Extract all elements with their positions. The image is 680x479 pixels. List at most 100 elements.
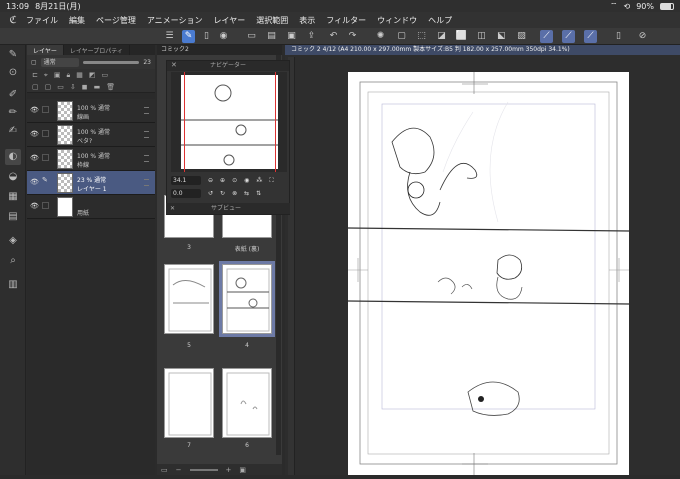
close-icon[interactable]: ✕ bbox=[170, 205, 175, 212]
eye-icon[interactable]: 👁︎ bbox=[30, 202, 39, 210]
layer-row[interactable]: 👁︎ 100 % 通常 枠線 bbox=[27, 147, 155, 171]
selection-launcher-icon[interactable]: ✺ bbox=[374, 30, 387, 43]
lock-transparent-icon[interactable]: ▦ bbox=[76, 71, 83, 79]
page-thumbnail[interactable] bbox=[164, 368, 214, 438]
material-icon[interactable]: ▥ bbox=[5, 277, 21, 293]
layer-menu-icon[interactable]: ▢ bbox=[31, 59, 37, 66]
drag-handle-icon[interactable] bbox=[144, 131, 149, 138]
blend-mode-select[interactable]: 通常 bbox=[40, 57, 79, 67]
app-logo-icon[interactable]: ℭ bbox=[0, 15, 26, 26]
clear-icon[interactable]: ▢ bbox=[395, 30, 408, 43]
invert-icon[interactable]: ◫ bbox=[475, 30, 488, 43]
opacity-slider[interactable] bbox=[82, 60, 140, 64]
tab-layer-property[interactable]: レイヤープロパティ bbox=[64, 45, 130, 55]
zoom-out-icon[interactable]: − bbox=[176, 466, 182, 474]
close-icon[interactable]: ✕ bbox=[171, 61, 177, 69]
zoom-in-icon[interactable]: + bbox=[226, 466, 232, 474]
snap-special-ruler-icon[interactable]: ⟋ bbox=[562, 30, 575, 43]
page-thumbnail[interactable] bbox=[222, 368, 272, 438]
menu-help[interactable]: ヘルプ bbox=[428, 15, 452, 26]
reset-rotation-icon[interactable]: ⊗ bbox=[232, 190, 237, 197]
page-settings-icon[interactable]: ▭ bbox=[161, 466, 168, 474]
layers-icon[interactable]: ◈ bbox=[5, 233, 21, 249]
drag-handle-icon[interactable] bbox=[144, 179, 149, 186]
reference-icon[interactable]: ⌖ bbox=[44, 71, 48, 80]
transfer-icon[interactable]: ▬ bbox=[94, 83, 101, 91]
redo-icon[interactable]: ↷ bbox=[346, 30, 359, 43]
menu-selection[interactable]: 選択範囲 bbox=[256, 15, 288, 26]
actual-size-icon[interactable]: ◉ bbox=[244, 177, 249, 184]
menu-window[interactable]: ウィンドウ bbox=[377, 15, 417, 26]
new-raster-layer-icon[interactable]: ▢ bbox=[32, 83, 39, 91]
layer-lock-box[interactable] bbox=[42, 154, 49, 161]
eye-icon[interactable]: 👁︎ bbox=[30, 106, 39, 114]
companion-icon[interactable]: ⊘ bbox=[636, 30, 649, 43]
new-vector-layer-icon[interactable]: ▢ bbox=[45, 83, 52, 91]
flip-horizontal-icon[interactable]: ⇆ bbox=[244, 190, 249, 197]
color-set-icon[interactable]: ◒ bbox=[5, 169, 21, 185]
clip-icon[interactable]: ⊏ bbox=[32, 71, 38, 79]
pen-tool-icon[interactable]: ✎ bbox=[182, 30, 195, 43]
opacity-value[interactable]: 23 bbox=[143, 59, 151, 66]
airbrush-icon[interactable]: ✍ bbox=[5, 123, 21, 139]
tab-layer[interactable]: レイヤー bbox=[27, 45, 64, 55]
undo-icon[interactable]: ↶ bbox=[327, 30, 340, 43]
new-folder-icon[interactable]: ▭ bbox=[57, 83, 64, 91]
flip-vertical-icon[interactable]: ⇅ bbox=[256, 190, 261, 197]
layer-lock-box[interactable] bbox=[42, 106, 49, 113]
pencil-icon[interactable]: ✏ bbox=[5, 105, 21, 121]
fill-icon[interactable]: ◪ bbox=[435, 30, 448, 43]
zoom-out-circle-icon[interactable]: ⊖ bbox=[208, 177, 213, 184]
snap-off-icon[interactable]: ▨ bbox=[515, 30, 528, 43]
save-icon[interactable]: ▣ bbox=[285, 30, 298, 43]
eye-icon[interactable]: 👁︎ bbox=[30, 178, 39, 186]
grid-view-icon[interactable]: ⁂ bbox=[256, 177, 262, 184]
page-zoom-slider[interactable] bbox=[189, 468, 218, 471]
pen-icon[interactable]: ✐ bbox=[5, 87, 21, 103]
zoom-tool-icon[interactable]: ⊙ bbox=[5, 65, 21, 81]
deselect-icon[interactable]: ⬜ bbox=[455, 30, 468, 43]
menu-filter[interactable]: フィルター bbox=[326, 15, 366, 26]
export-icon[interactable]: ⇪ bbox=[305, 30, 318, 43]
eye-icon[interactable]: 👁︎ bbox=[30, 130, 39, 138]
sub-view-bar[interactable]: ✕ サブビュー bbox=[166, 203, 290, 214]
page-thumbnail-selected[interactable] bbox=[219, 261, 275, 337]
menu-view[interactable]: 表示 bbox=[299, 15, 315, 26]
zoom-value[interactable]: 34.1 bbox=[171, 176, 201, 185]
new-file-icon[interactable]: ▭ bbox=[245, 30, 258, 43]
snap-ruler-icon[interactable]: ⟋ bbox=[540, 30, 553, 43]
ruler-icon[interactable]: ▭ bbox=[101, 71, 108, 79]
fit-window-icon[interactable]: ⛶ bbox=[269, 177, 273, 185]
transform-icon[interactable]: ⬚ bbox=[415, 30, 428, 43]
crop-icon[interactable]: ⬕ bbox=[495, 30, 508, 43]
smartphone-icon[interactable]: ▯ bbox=[612, 30, 625, 43]
view-mode-icon[interactable]: ▣ bbox=[239, 466, 246, 474]
color-wheel-icon[interactable]: ◐ bbox=[5, 149, 21, 165]
delete-layer-icon[interactable]: 🗑︎ bbox=[106, 83, 115, 91]
sub-tool-icon[interactable]: ▤ bbox=[5, 209, 21, 225]
layer-row[interactable]: 👁︎ 100 % 通常 線画 bbox=[27, 99, 155, 123]
draft-icon[interactable]: ▣ bbox=[54, 71, 61, 79]
apply-mask-icon[interactable]: ◼ bbox=[82, 83, 88, 91]
menu-edit[interactable]: 編集 bbox=[69, 15, 85, 26]
layer-row[interactable]: 👁︎ 用紙 bbox=[27, 195, 155, 219]
eye-icon[interactable]: 👁︎ bbox=[30, 154, 39, 162]
brush-tool-icon[interactable]: ✎ bbox=[5, 47, 21, 63]
snap-grid-icon[interactable]: ⟋ bbox=[584, 30, 597, 43]
menu-page[interactable]: ページ管理 bbox=[96, 15, 136, 26]
fit-icon[interactable]: ⊙ bbox=[232, 177, 237, 184]
menu-file[interactable]: ファイル bbox=[26, 15, 58, 26]
layer-row-selected[interactable]: 👁︎ ✎ 23 % 通常 レイヤー 1 bbox=[27, 171, 155, 195]
mobile-icon[interactable]: ▯ bbox=[200, 30, 213, 43]
rotation-value[interactable]: 0.0 bbox=[171, 189, 201, 198]
rotate-left-icon[interactable]: ↺ bbox=[208, 190, 213, 197]
color-history-icon[interactable]: ▦ bbox=[5, 189, 21, 205]
search-layer-icon[interactable]: ⌕ bbox=[5, 253, 21, 269]
rotate-right-icon[interactable]: ↻ bbox=[220, 190, 225, 197]
canvas-tab[interactable]: コミック 2 4/12 (A4 210.00 x 297.00mm 製本サイズ:… bbox=[285, 45, 680, 55]
zoom-in-circle-icon[interactable]: ⊕ bbox=[220, 177, 225, 184]
menu-animation[interactable]: アニメーション bbox=[147, 15, 203, 26]
drag-handle-icon[interactable] bbox=[144, 155, 149, 162]
page-tab[interactable]: コミック2 bbox=[157, 45, 282, 55]
eye-settings-icon[interactable]: ◉ bbox=[217, 30, 230, 43]
